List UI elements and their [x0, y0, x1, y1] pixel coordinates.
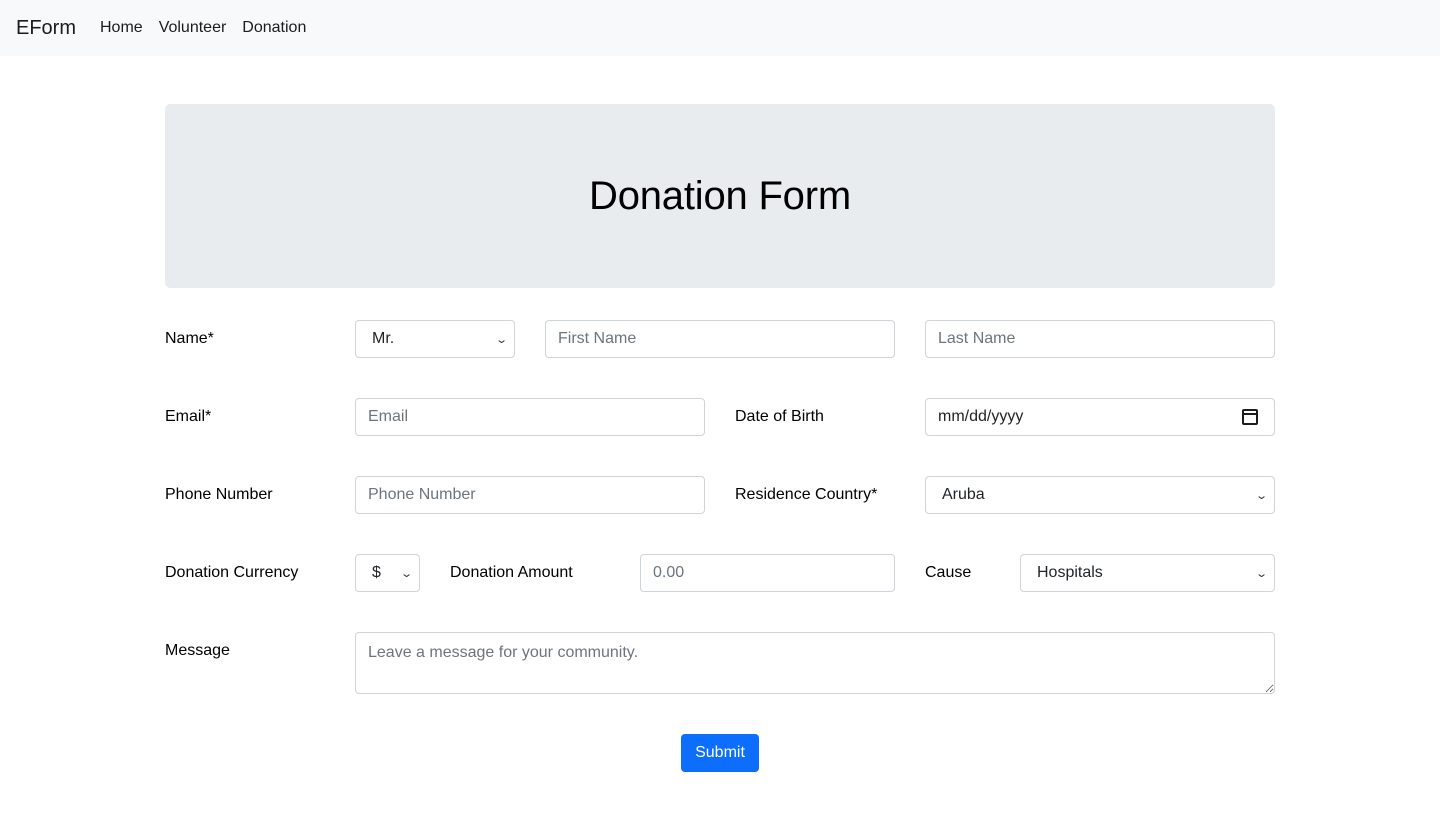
- dob-label: Date of Birth: [735, 408, 824, 425]
- chevron-down-icon: ⌄: [1254, 489, 1268, 502]
- phone-label: Phone Number: [165, 486, 273, 503]
- navbar: EForm Home Volunteer Donation: [0, 0, 1440, 56]
- cause-value: Hospitals: [1037, 564, 1103, 581]
- country-select[interactable]: Aruba ⌄: [925, 476, 1275, 514]
- page-title: Donation Form: [589, 173, 851, 218]
- message-textarea[interactable]: [355, 632, 1275, 694]
- submit-button[interactable]: Submit: [681, 734, 759, 772]
- email-label: Email*: [165, 408, 212, 425]
- country-value: Aruba: [942, 486, 985, 503]
- nav-link-home[interactable]: Home: [100, 19, 143, 37]
- chevron-down-icon: ⌄: [494, 333, 508, 346]
- chevron-down-icon: ⌄: [399, 567, 413, 580]
- chevron-down-icon: ⌄: [1254, 567, 1268, 580]
- salutation-select[interactable]: Mr. ⌄: [355, 320, 515, 358]
- cause-label: Cause: [925, 564, 972, 581]
- nav-link-donation[interactable]: Donation: [242, 19, 306, 37]
- currency-select[interactable]: $ ⌄: [355, 554, 420, 592]
- name-label: Name*: [165, 330, 214, 347]
- currency-value: $: [372, 564, 381, 581]
- salutation-value: Mr.: [372, 330, 395, 347]
- dob-placeholder: mm/dd/yyyy: [938, 408, 1024, 425]
- amount-input[interactable]: [640, 554, 895, 592]
- currency-label: Donation Currency: [165, 564, 299, 581]
- cause-select[interactable]: Hospitals ⌄: [1020, 554, 1275, 592]
- first-name-input[interactable]: [545, 320, 895, 358]
- page-header-banner: Donation Form: [165, 104, 1275, 288]
- email-input[interactable]: [355, 398, 705, 436]
- calendar-icon[interactable]: [1242, 409, 1258, 425]
- brand-logo[interactable]: EForm: [16, 17, 76, 40]
- country-label: Residence Country*: [735, 486, 878, 503]
- last-name-input[interactable]: [925, 320, 1275, 358]
- amount-label: Donation Amount: [450, 564, 573, 581]
- message-label: Message: [165, 642, 230, 659]
- phone-input[interactable]: [355, 476, 705, 514]
- dob-input[interactable]: mm/dd/yyyy: [925, 398, 1275, 436]
- nav-link-volunteer[interactable]: Volunteer: [159, 19, 227, 37]
